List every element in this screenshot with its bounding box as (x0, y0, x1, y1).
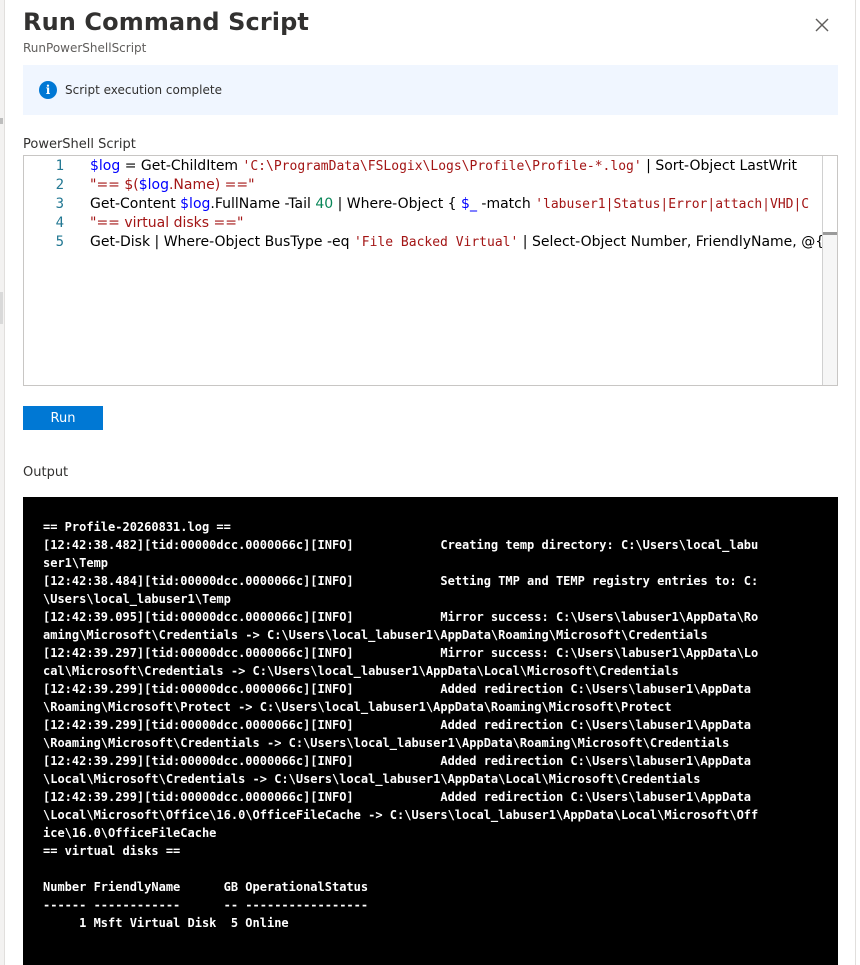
status-info-bar: i Script execution complete (23, 65, 838, 115)
code-token: $log (138, 177, 169, 193)
code-token: $log (180, 196, 211, 212)
code-token: -match (476, 196, 536, 212)
status-message: Script execution complete (65, 83, 222, 97)
run-button[interactable]: Run (23, 406, 103, 430)
code-line: "== $($log.Name) ==" (90, 177, 255, 193)
code-token: .FullName -Tail (210, 196, 316, 212)
line-number: 4 (55, 215, 64, 231)
page-subtitle: RunPowerShellScript (23, 41, 147, 55)
code-token: | Select-Object Number, FriendlyName, @{… (518, 234, 833, 250)
code-token: "== $( (90, 177, 139, 193)
code-token: Get-Disk | Where-Object BusType -eq (90, 234, 354, 250)
close-icon (815, 18, 829, 32)
script-label: PowerShell Script (23, 137, 136, 152)
output-console: == Profile-20260831.log == [12:42:38.482… (23, 497, 838, 965)
code-token: = Get-ChildItem (120, 158, 243, 174)
editor-scrollbar[interactable] (823, 232, 837, 385)
code-token: "== virtual disks ==" (90, 215, 244, 231)
line-number: 1 (55, 158, 64, 174)
code-token: 'C:\ProgramData\FSLogix\Logs\Profile\Pro… (242, 159, 642, 174)
code-token: 40 (315, 196, 334, 212)
code-token: 'labuser1|Status|Error|attach|VHD|C (535, 197, 810, 212)
page-title: Run Command Script (23, 8, 309, 36)
editor-scrollbar-thumb[interactable] (823, 232, 837, 235)
line-number-gutter: 1 2 3 4 5 (24, 156, 84, 385)
code-line: Get-Disk | Where-Object BusType -eq 'Fil… (90, 234, 833, 250)
code-token: | Where-Object { (333, 196, 462, 212)
code-token: 'File Backed Virtual' (353, 235, 519, 250)
code-line: Get-Content $log.FullName -Tail 40 | Whe… (90, 196, 809, 212)
script-editor[interactable]: 1 2 3 4 5 $log = Get-ChildItem 'C:\ProgramDa… (23, 155, 838, 386)
background-blade-marker (0, 292, 3, 324)
output-text: == Profile-20260831.log == [12:42:38.482… (43, 520, 759, 930)
info-icon: i (39, 81, 57, 99)
line-number: 5 (55, 234, 64, 250)
code-line: $log = Get-ChildItem 'C:\ProgramData\FSL… (90, 158, 797, 174)
close-button[interactable] (811, 14, 833, 36)
code-token: $_ (461, 196, 477, 212)
output-label: Output (23, 465, 69, 480)
run-command-panel: Run Command Script RunPowerShellScript i… (4, 0, 856, 965)
line-number: 3 (55, 196, 64, 212)
code-token: Get-Content (90, 196, 181, 212)
code-token: $log (90, 158, 121, 174)
line-number: 2 (55, 177, 64, 193)
background-blade-marker (0, 118, 3, 124)
code-line: "== virtual disks ==" (90, 215, 243, 231)
code-token: | Sort-Object LastWrit (641, 158, 798, 174)
code-token: .Name) ==" (168, 177, 255, 193)
